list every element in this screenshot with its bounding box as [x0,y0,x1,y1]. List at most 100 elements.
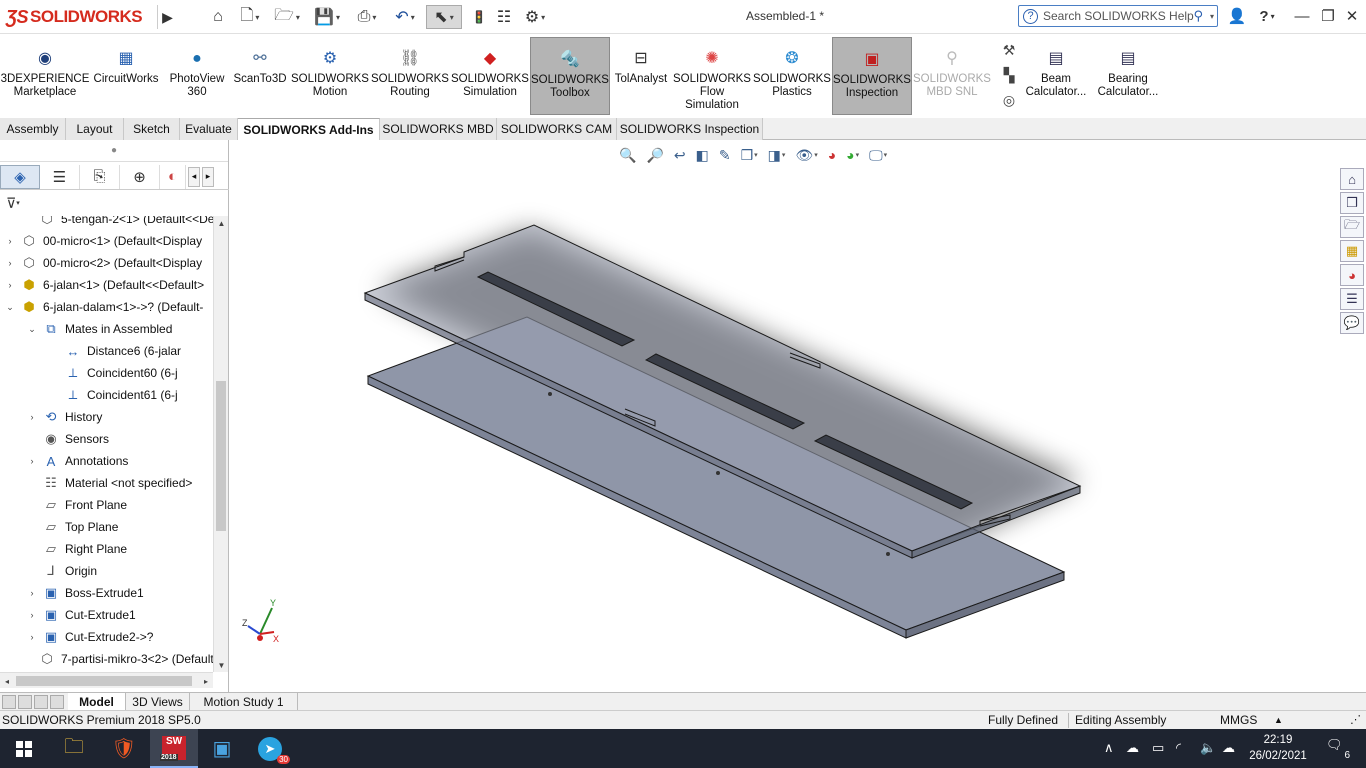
options-button[interactable]: ⚙ ▾ [518,5,552,29]
ribbon-small-tool-2[interactable]: ▚ [998,65,1020,85]
tree-node[interactable]: ⌄ ⧉ Mates in Assembled [26,318,172,340]
tree-expander-icon[interactable]: › [26,456,38,466]
tree-node[interactable]: › ⬡ 00-micro<1> (Default<Display [4,230,203,252]
tab-dimxpert-manager[interactable]: ⊕ [120,164,160,189]
tree-node[interactable]: ↔ Distance6 (6-jalar [48,340,182,362]
display-style-button[interactable]: ◨ ▾ [765,145,789,165]
file-properties-button[interactable]: ☷ [493,5,515,29]
task-pane-3d-content[interactable]: ❒ [1340,192,1364,214]
show-hidden-icons[interactable]: ∧ [1104,740,1114,756]
tree-node[interactable]: ⟂ Coincident60 (6-j [48,362,178,384]
ribbon-small-tool-1[interactable]: ⚒ [998,40,1020,60]
search-help-input[interactable]: ? Search SOLIDWORKS Help ⚲ ▾ [1018,5,1218,27]
tree-expander-icon[interactable]: › [4,280,16,290]
solidworks-logo[interactable]: ƷS SOLIDWORKS [6,5,143,29]
tree-node[interactable]: ☷ Material <not specified> [26,472,192,494]
open-button[interactable]: 🗁 ▾ [270,5,304,29]
tree-expander-icon[interactable]: › [4,258,16,268]
minimize-button[interactable]: — [1290,5,1314,27]
graphics-viewport[interactable]: 🔍 🔎 ↩ ◧ ✎ ❒▾ ◨▾ 👁▾ ◕ ◕▾ 🖵▾ ◫ ◫ — ❐ ✕ Y Z… [230,140,1366,692]
tree-node[interactable]: › ▣ Boss-Extrude1 [26,582,144,604]
ribbon-solidworks-simulation[interactable]: ◆ SOLIDWORKS Simulation [451,37,529,115]
tree-node[interactable]: › A Annotations [26,450,129,472]
ribbon-solidworks-routing[interactable]: ⛓ SOLIDWORKS Routing [371,37,449,115]
tab-solidworks-add-ins[interactable]: SOLIDWORKS Add-Ins [238,118,380,140]
viewport-restore[interactable]: ❐ [1312,140,1324,142]
action-center-button[interactable]: 🗨 6 [1326,737,1350,761]
nav-prev-tab[interactable] [18,695,32,709]
scroll-right-icon[interactable]: ▸ [199,673,213,689]
viewport-close[interactable]: ✕ [1338,140,1349,142]
restore-button[interactable]: ❐ [1316,5,1340,27]
taskbar-solidworks[interactable]: SW 2018 [150,729,198,768]
previous-view-button[interactable]: ↩ [671,145,689,165]
tree-node[interactable]: › ▣ Cut-Extrude2->? [26,626,154,648]
taskbar-brave[interactable]: 🛡 [100,729,148,768]
ribbon-solidworks-inspection[interactable]: ▣ SOLIDWORKS Inspection [832,37,912,115]
tab-feature-manager[interactable]: ◈ [0,164,40,189]
view-settings-button[interactable]: 🖵 ▾ [866,145,890,165]
ribbon-solidworks-toolbox[interactable]: 🔩 SOLIDWORKS Toolbox [530,37,610,115]
units-selector[interactable]: MMGS [1220,713,1257,727]
tree-node[interactable]: › ⟲ History [26,406,103,428]
ribbon-solidworks-flow-simulation[interactable]: ✺ SOLIDWORKS Flow Simulation [673,37,751,115]
tab-sketch[interactable]: Sketch [124,118,180,140]
viewport-minimize[interactable]: — [1288,140,1301,141]
select-button[interactable]: ⬉ ▾ [426,5,462,29]
tab-3d-views[interactable]: 3D Views [126,693,190,711]
menu-expand-arrow[interactable]: ▶ [157,5,177,29]
ribbon-scanto3d[interactable]: ⚯ ScanTo3D [232,37,288,115]
tree-vertical-scrollbar[interactable]: ▲ ▼ [213,216,228,672]
ribbon-3dexperience-marketplace[interactable]: ◉ 3DEXPERIENCE Marketplace [1,37,90,115]
system-clock[interactable]: 22:19 26/02/2021 [1245,732,1311,764]
task-pane-view-palette[interactable]: ▦ [1340,240,1364,262]
taskbar-app-blue[interactable]: ▣ [198,729,246,768]
tree-node[interactable]: ⌄ ⬢ 6-jalan-dalam<1>->? (Default- [4,296,203,318]
zoom-to-fit-button[interactable]: 🔍 [616,145,639,165]
tree-expander-icon[interactable]: › [26,412,38,422]
close-button[interactable]: ✕ [1340,5,1364,27]
task-pane-custom-properties[interactable]: ☰ [1340,288,1364,310]
new-document-button[interactable]: 🗋 ▾ [233,5,267,29]
battery-icon[interactable]: ▭ [1152,740,1164,756]
section-view-button[interactable]: ◧ [693,145,712,165]
tab-solidworks-mbd[interactable]: SOLIDWORKS MBD [380,118,497,140]
cloud-sync-icon[interactable]: ☁ [1222,740,1235,756]
nav-first-tab[interactable] [2,695,16,709]
ribbon-small-tool-3[interactable]: ◎ [998,90,1020,110]
tab-configuration-manager[interactable]: ⎘ [80,164,120,189]
tree-expander-icon[interactable]: ⌄ [26,324,38,335]
scroll-thumb[interactable] [16,676,192,686]
viewport-tile-right[interactable]: ◫ [1260,140,1272,142]
chevron-up-icon[interactable]: ▲ [1274,715,1283,725]
chevron-down-icon[interactable]: ▾ [1210,12,1214,21]
tree-expander-icon[interactable]: › [26,632,38,642]
tab-solidworks-cam[interactable]: SOLIDWORKS CAM [497,118,617,140]
ribbon-beam-calculator[interactable]: ▤ Beam Calculator... [1022,37,1090,115]
tree-node[interactable]: › ⬡ 00-micro<2> (Default<Display [4,252,203,274]
onedrive-icon[interactable]: ☁ [1126,740,1139,756]
tree-node[interactable]: › ▣ Cut-Extrude1 [26,604,136,626]
tree-filter-button[interactable]: ⊽ ▾ [6,192,30,214]
ribbon-solidworks-motion[interactable]: ⚙ SOLIDWORKS Motion [291,37,369,115]
view-orientation-button[interactable]: ❒ ▾ [738,145,761,165]
tree-node[interactable]: ▱ Top Plane [26,516,118,538]
tree-node[interactable]: ◉ Sensors [26,428,109,450]
home-button[interactable]: ⌂ [207,5,229,29]
tabs-scroll-left[interactable]: ◂ [188,166,200,187]
tree-expander-icon[interactable]: › [26,588,38,598]
apply-scene-button[interactable]: ◕ ▾ [843,145,862,165]
tree-node[interactable]: ▱ Front Plane [26,494,127,516]
search-icon[interactable]: ⚲ [1193,8,1203,24]
ribbon-photoview-360[interactable]: ● PhotoView 360 [166,37,228,115]
tree-node[interactable]: › ⬢ 6-jalan<1> (Default<<Default> [4,274,205,296]
tab-motion-study-1[interactable]: Motion Study 1 [190,693,298,711]
ribbon-circuitworks[interactable]: ▦ CircuitWorks [90,37,162,115]
undo-button[interactable]: ↶ ▾ [388,5,422,29]
tab-solidworks-inspection[interactable]: SOLIDWORKS Inspection [617,118,763,140]
tab-display-manager[interactable]: ◐ [160,164,186,189]
tabs-scroll-right[interactable]: ▸ [202,166,214,187]
task-pane-appearances[interactable]: ◕ [1340,264,1364,286]
edit-appearance-button[interactable]: ◕ [825,145,839,165]
volume-icon[interactable]: 🔈 [1200,740,1216,756]
